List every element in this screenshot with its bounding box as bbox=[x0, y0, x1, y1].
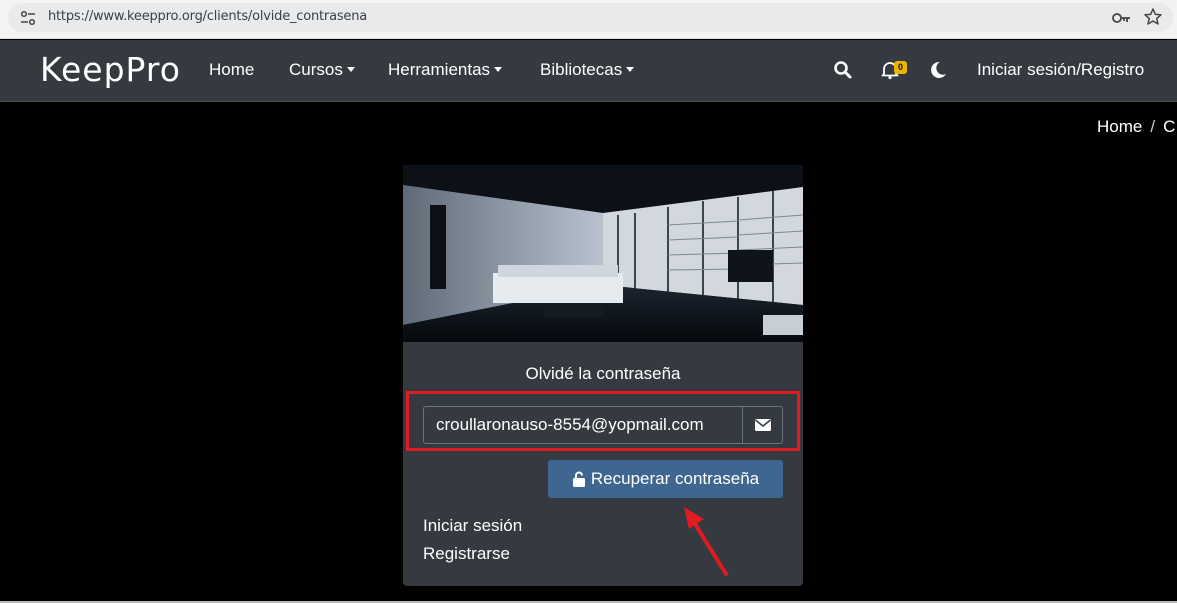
search-icon[interactable] bbox=[833, 60, 853, 80]
breadcrumb-home[interactable]: Home bbox=[1097, 117, 1142, 136]
bookmark-star-icon[interactable] bbox=[1143, 7, 1163, 27]
moon-icon[interactable] bbox=[928, 60, 948, 80]
nav-home[interactable]: Home bbox=[209, 60, 254, 80]
email-field[interactable] bbox=[424, 407, 742, 443]
brand-logo[interactable]: KeepPro bbox=[40, 50, 181, 89]
nav-cursos-dropdown[interactable]: Cursos bbox=[289, 60, 355, 80]
card-header-image bbox=[403, 165, 803, 342]
breadcrumb: Home / C bbox=[1097, 117, 1175, 137]
envelope-icon bbox=[755, 419, 771, 431]
nav-bibliotecas-dropdown[interactable]: Bibliotecas bbox=[540, 60, 634, 80]
breadcrumb-current: C bbox=[1163, 117, 1176, 136]
breadcrumb-separator: / bbox=[1150, 117, 1156, 136]
browser-address-bar: https://www.keeppro.org/clients/olvide_c… bbox=[0, 0, 1177, 39]
recover-password-label: Recuperar contraseña bbox=[590, 469, 760, 488]
nav-herramientas-dropdown[interactable]: Herramientas bbox=[388, 60, 502, 80]
email-addon bbox=[742, 407, 783, 443]
annotation-arrow-icon bbox=[684, 507, 728, 576]
email-input-group bbox=[423, 406, 783, 444]
recover-password-button[interactable]: Recuperar contraseña bbox=[548, 460, 783, 498]
password-key-icon[interactable] bbox=[1111, 9, 1131, 27]
site-settings-icon[interactable] bbox=[19, 9, 37, 27]
unlock-icon bbox=[572, 471, 585, 487]
main-navbar: KeepPro Home Cursos Herramientas Bibliot… bbox=[0, 40, 1177, 102]
nav-login-register[interactable]: Iniciar sesión/Registro bbox=[977, 60, 1144, 80]
card-title: Olvidé la contraseña bbox=[525, 364, 681, 383]
url-text[interactable]: https://www.keeppro.org/clients/olvide_c… bbox=[48, 9, 367, 24]
notifications-badge: 0 bbox=[894, 61, 907, 74]
login-link[interactable]: Iniciar sesión bbox=[423, 516, 522, 536]
register-link[interactable]: Registrarse bbox=[423, 544, 510, 564]
